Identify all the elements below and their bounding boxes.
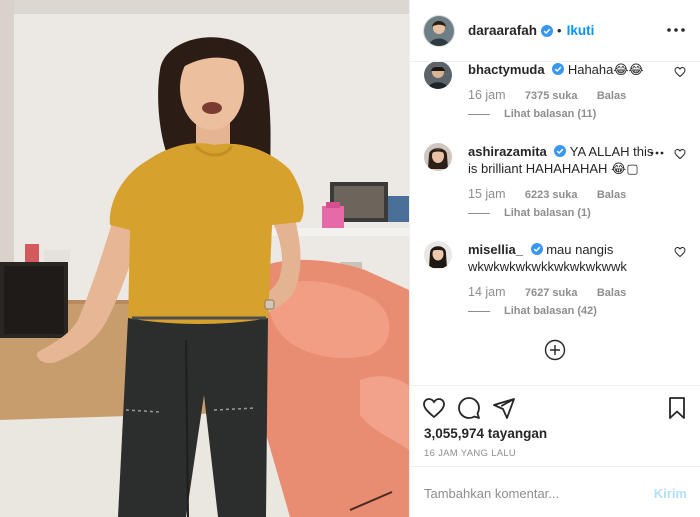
verified-badge-icon <box>541 24 554 37</box>
replies-divider <box>468 113 490 115</box>
comment-body-continued: is brilliant HAHAHAHAH 😂▢ <box>468 161 639 176</box>
post-media[interactable] <box>0 0 409 517</box>
post-actions: 3,055,974 tayangan 16 JAM YANG LALU <box>410 385 700 465</box>
author-avatar[interactable] <box>424 15 454 46</box>
comment-meta: 16 jam 7375 suka Balas <box>468 88 642 102</box>
comment-body: YA ALLAH this <box>569 144 654 159</box>
verified-badge-icon <box>552 63 565 75</box>
commenter-username[interactable]: ashirazamita <box>468 144 547 159</box>
comment-body-continued: wkwkwkwkwkkwkwkwkwwk <box>468 259 627 274</box>
commenter-username[interactable]: bhactymuda <box>468 62 545 77</box>
commenter-avatar[interactable] <box>424 241 452 269</box>
view-replies-button[interactable]: Lihat balasan (11) <box>468 108 596 120</box>
plus-circle-icon[interactable] <box>544 339 566 361</box>
comment-time[interactable]: 15 jam <box>468 187 506 201</box>
comment-item: ashirazamita YA ALLAH this is brilliant … <box>424 143 686 233</box>
heart-icon[interactable] <box>422 396 446 420</box>
comment-time[interactable]: 16 jam <box>468 88 506 102</box>
commenter-avatar[interactable] <box>424 62 452 89</box>
follow-button[interactable]: Ikuti <box>567 23 595 38</box>
view-count[interactable]: 3,055,974 tayangan <box>424 426 547 441</box>
view-replies-label: Lihat balasan (42) <box>504 305 597 317</box>
comment-likes[interactable]: 7627 suka <box>525 287 578 299</box>
view-replies-button[interactable]: Lihat balasan (1) <box>468 207 591 219</box>
post-video-frame <box>0 0 409 517</box>
comment-likes[interactable]: 7375 suka <box>525 90 578 102</box>
bookmark-icon[interactable] <box>665 396 689 420</box>
reply-button[interactable]: Balas <box>597 287 626 299</box>
comment-time[interactable]: 14 jam <box>468 285 506 299</box>
heart-icon[interactable] <box>674 246 686 258</box>
post-side-panel: daraarafah • Ikuti bhactymuda Hahaha😂😂 1… <box>409 0 700 517</box>
comment-text: ashirazamita YA ALLAH this is brilliant … <box>468 143 664 177</box>
comment-body: mau nangis <box>546 242 614 257</box>
verified-badge-icon <box>554 145 567 157</box>
comment-meta: 14 jam 7627 suka Balas <box>468 285 642 299</box>
post-timestamp[interactable]: 16 JAM YANG LALU <box>424 448 516 459</box>
author-username[interactable]: daraarafah <box>468 23 537 38</box>
heart-icon[interactable] <box>674 66 686 78</box>
comment-text: misellia_ mau nangis wkwkwkwkwkkwkwkwkww… <box>468 241 664 275</box>
comment-input[interactable]: Tambahkan komentar... <box>424 486 559 501</box>
comment-text: bhactymuda Hahaha😂😂 <box>468 62 664 78</box>
post-header: daraarafah • Ikuti <box>410 0 700 62</box>
share-icon[interactable] <box>492 396 516 420</box>
comment-item: bhactymuda Hahaha😂😂 16 jam 7375 suka Bal… <box>424 62 686 141</box>
comment-icon[interactable] <box>457 396 481 420</box>
commenter-username[interactable]: misellia_ <box>468 242 523 257</box>
comments-list[interactable]: bhactymuda Hahaha😂😂 16 jam 7375 suka Bal… <box>410 62 700 385</box>
comment-item: misellia_ mau nangis wkwkwkwkwkkwkwkwkww… <box>424 241 686 331</box>
more-options-icon[interactable] <box>650 151 664 155</box>
comment-composer: Tambahkan komentar... Kirim <box>410 466 700 517</box>
verified-badge-icon <box>530 243 543 255</box>
send-comment-button[interactable]: Kirim <box>654 486 687 501</box>
view-replies-label: Lihat balasan (11) <box>504 108 597 120</box>
comment-body: Hahaha😂😂 <box>567 62 644 77</box>
reply-button[interactable]: Balas <box>597 90 626 102</box>
more-options-icon[interactable] <box>665 22 687 38</box>
commenter-avatar[interactable] <box>424 143 452 171</box>
header-separator: • <box>557 23 562 38</box>
view-replies-button[interactable]: Lihat balasan (42) <box>468 305 597 317</box>
heart-icon[interactable] <box>674 148 686 160</box>
reply-button[interactable]: Balas <box>597 189 626 201</box>
replies-divider <box>468 212 490 214</box>
comment-likes[interactable]: 6223 suka <box>525 189 578 201</box>
replies-divider <box>468 310 490 312</box>
comment-meta: 15 jam 6223 suka Balas <box>468 187 642 201</box>
view-replies-label: Lihat balasan (1) <box>504 207 591 219</box>
